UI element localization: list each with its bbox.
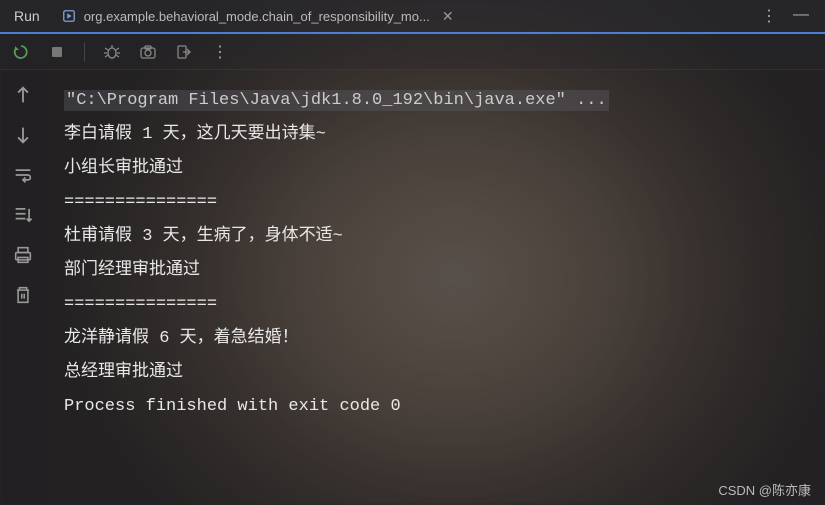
bug-icon[interactable]	[103, 43, 121, 61]
trash-icon[interactable]	[12, 284, 34, 306]
output-line: 小组长审批通过	[64, 152, 807, 186]
rerun-icon[interactable]	[12, 43, 30, 61]
toolbar: ⋮	[0, 34, 825, 70]
camera-icon[interactable]	[139, 43, 157, 61]
console-output[interactable]: "C:\Program Files\Java\jdk1.8.0_192\bin\…	[46, 70, 825, 505]
output-line: Process finished with exit code 0	[64, 390, 807, 424]
up-arrow-icon[interactable]	[12, 84, 34, 106]
run-tab[interactable]: org.example.behavioral_mode.chain_of_res…	[52, 2, 468, 31]
output-line: 部门经理审批通过	[64, 254, 807, 288]
more-toolbar-icon[interactable]: ⋮	[211, 43, 229, 61]
watermark: CSDN @陈亦康	[718, 480, 811, 499]
output-line: 龙洋静请假 6 天，着急结婚！	[64, 322, 807, 356]
soft-wrap-icon[interactable]	[12, 164, 34, 186]
output-line: ===============	[64, 186, 807, 220]
output-line: 总经理审批通过	[64, 356, 807, 390]
output-line: 杜甫请假 3 天，生病了，身体不适~	[64, 220, 807, 254]
more-icon[interactable]: ⋮	[761, 6, 777, 26]
scroll-to-end-icon[interactable]	[12, 204, 34, 226]
close-icon[interactable]: ✕	[438, 8, 458, 25]
output-line: ===============	[64, 288, 807, 322]
stop-icon[interactable]	[48, 43, 66, 61]
print-icon[interactable]	[12, 244, 34, 266]
tab-title: org.example.behavioral_mode.chain_of_res…	[84, 9, 430, 24]
left-rail	[0, 70, 46, 505]
run-config-icon	[62, 9, 76, 23]
output-line: 李白请假 1 天，这几天要出诗集~	[64, 118, 807, 152]
run-panel-label: Run	[10, 8, 52, 24]
command-line: "C:\Program Files\Java\jdk1.8.0_192\bin\…	[64, 90, 609, 111]
exit-icon[interactable]	[175, 43, 193, 61]
minimize-icon[interactable]: —	[793, 6, 809, 26]
header-bar: Run org.example.behavioral_mode.chain_of…	[0, 0, 825, 34]
down-arrow-icon[interactable]	[12, 124, 34, 146]
